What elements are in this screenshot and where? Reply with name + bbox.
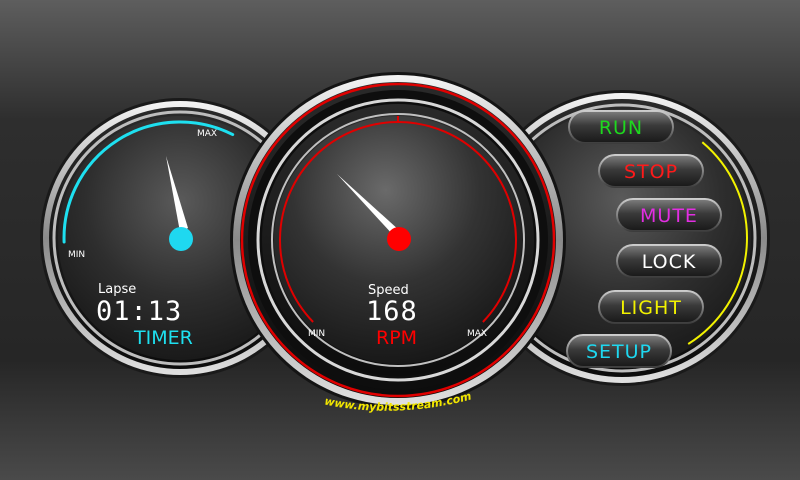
timer-value: 01:13 [96,296,182,327]
run-button[interactable]: RUN [568,110,674,144]
mute-button[interactable]: MUTE [616,198,722,232]
dashboard: MIN MAX Lapse 01:13 TIMER RUN STOP MUTE LOC… [0,0,800,480]
dashboard-canvas: MIN MAX Lapse 01:13 TIMER RUN STOP MUTE LOC… [0,0,800,480]
speed-unit: RPM [376,327,417,349]
timer-caption: Lapse [98,282,136,297]
setup-button-label: SETUP [586,341,652,363]
timer-max-label: MAX [197,129,217,139]
timer-unit: TIMER [133,327,193,349]
stop-button[interactable]: STOP [598,154,704,188]
light-button-label: LIGHT [620,297,682,319]
speed-hub [387,227,411,251]
stop-button-label: STOP [624,161,678,183]
speed-value: 168 [366,296,418,327]
mute-button-label: MUTE [640,205,698,227]
timer-min-label: MIN [68,250,85,260]
setup-button[interactable]: SETUP [566,334,672,368]
lock-button[interactable]: LOCK [616,244,722,278]
speed-min-label: MIN [308,329,325,339]
speed-max-label: MAX [467,329,487,339]
light-button[interactable]: LIGHT [598,290,704,324]
timer-hub [169,227,193,251]
run-button-label: RUN [599,117,643,139]
lock-button-label: LOCK [642,251,697,273]
